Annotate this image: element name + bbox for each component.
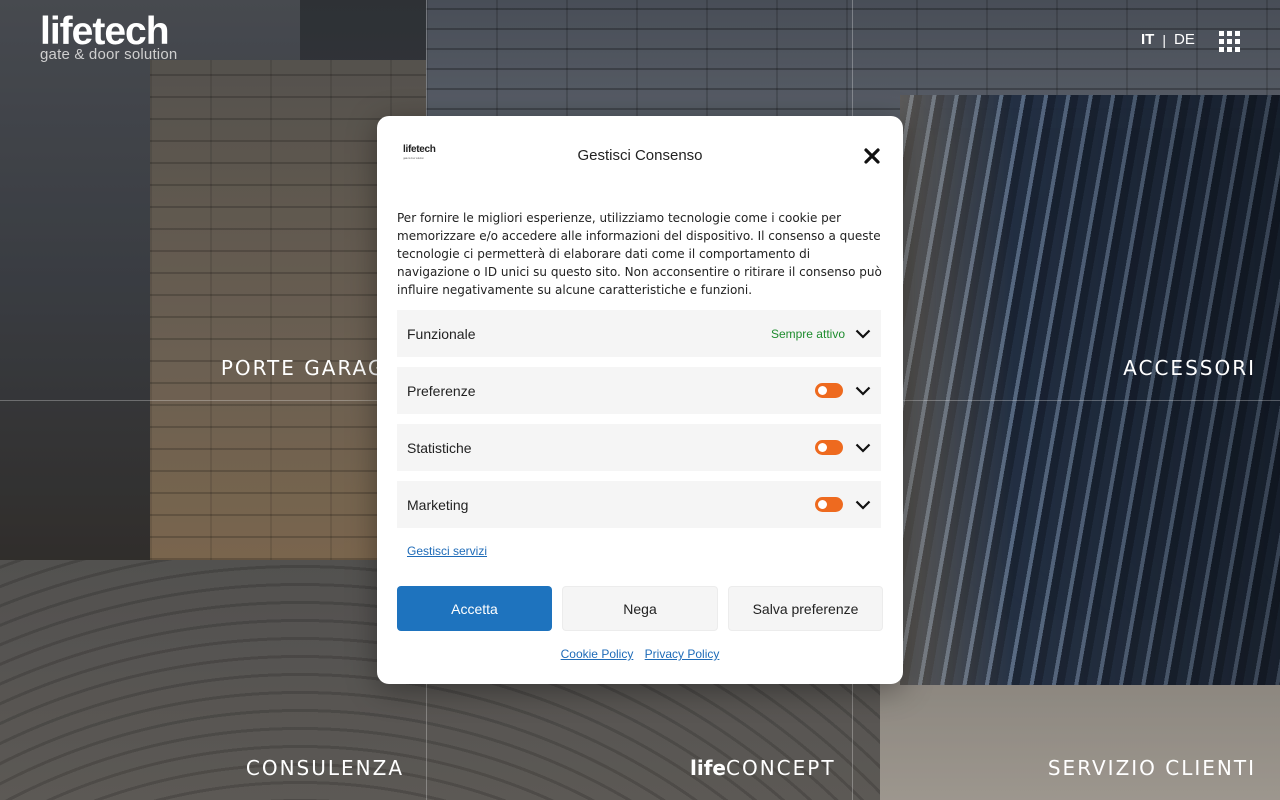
- close-icon[interactable]: [862, 146, 882, 166]
- consent-dialog: lifetech gate & door solution Gestisci C…: [377, 116, 903, 684]
- language-separator: |: [1162, 31, 1166, 48]
- statistiche-toggle[interactable]: [815, 440, 843, 455]
- chevron-down-icon[interactable]: [855, 386, 871, 396]
- privacy-policy-link[interactable]: Privacy Policy: [645, 647, 720, 661]
- category-label: Preferenze: [407, 382, 476, 399]
- chevron-down-icon[interactable]: [855, 329, 871, 339]
- language-switcher: IT | DE: [1141, 31, 1195, 48]
- tile-porte-garage[interactable]: PORTE GARAGE: [221, 356, 400, 380]
- manage-services-link[interactable]: Gestisci servizi: [407, 544, 487, 558]
- category-label: Statistiche: [407, 439, 472, 456]
- marketing-toggle[interactable]: [815, 497, 843, 512]
- policy-links: Cookie Policy Privacy Policy: [377, 647, 903, 661]
- category-marketing[interactable]: Marketing: [397, 481, 881, 528]
- preferenze-toggle[interactable]: [815, 383, 843, 398]
- grid-menu-icon[interactable]: [1219, 31, 1240, 52]
- save-preferences-button[interactable]: Salva preferenze: [728, 586, 883, 631]
- category-funzionale[interactable]: Funzionale Sempre attivo: [397, 310, 881, 357]
- tile-consulenza[interactable]: CONSULENZA: [246, 756, 404, 780]
- dialog-description: Per fornire le migliori esperienze, util…: [397, 211, 882, 297]
- tile-life-concept[interactable]: lifeCONCEPT: [690, 756, 836, 780]
- tile-accessori[interactable]: ACCESSORI: [1123, 356, 1256, 380]
- category-label: Marketing: [407, 496, 469, 513]
- category-preferenze[interactable]: Preferenze: [397, 367, 881, 414]
- language-de[interactable]: DE: [1174, 31, 1195, 48]
- chevron-down-icon[interactable]: [855, 443, 871, 453]
- chevron-down-icon[interactable]: [855, 500, 871, 510]
- deny-button[interactable]: Nega: [562, 586, 718, 631]
- tile-servizio-clienti[interactable]: SERVIZIO CLIENTI: [1048, 756, 1256, 780]
- language-it[interactable]: IT: [1141, 31, 1154, 48]
- accept-button[interactable]: Accetta: [397, 586, 552, 631]
- dialog-title: Gestisci Consenso: [577, 147, 703, 164]
- logo-tagline: gate & door solution: [40, 46, 178, 63]
- site-logo[interactable]: lifetech gate & door solution: [40, 12, 178, 64]
- always-active-label: Sempre attivo: [770, 326, 845, 341]
- tile-life-concept-rest: CONCEPT: [725, 756, 836, 780]
- cookie-policy-link[interactable]: Cookie Policy: [561, 647, 634, 661]
- tile-life-concept-bold: life: [690, 756, 726, 780]
- category-label: Funzionale: [407, 325, 476, 342]
- category-statistiche[interactable]: Statistiche: [397, 424, 881, 471]
